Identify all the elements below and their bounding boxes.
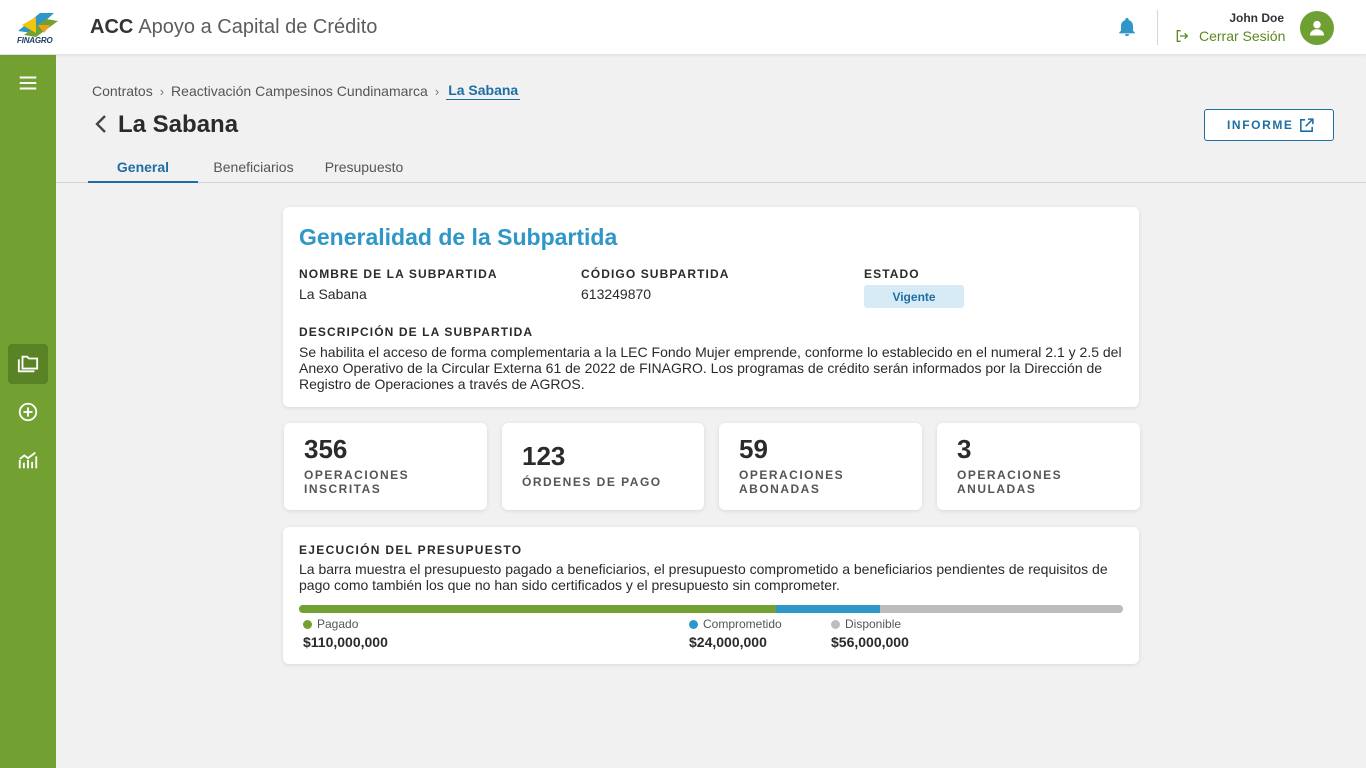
avatar[interactable] xyxy=(1300,11,1334,45)
sidebar-item-add[interactable] xyxy=(8,392,48,432)
stat-card-ordenes: 123 ÓRDENES DE PAGO xyxy=(502,423,704,510)
status-label: ESTADO xyxy=(864,267,920,281)
status-badge: Vigente xyxy=(864,285,964,308)
sidebar xyxy=(0,55,56,768)
code-label: CÓDIGO SUBPARTIDA xyxy=(581,267,730,281)
budget-description: La barra muestra el presupuesto pagado a… xyxy=(299,561,1108,593)
tab-bar: General Beneficiarios Presupuesto xyxy=(88,152,419,183)
stat-value: 3 xyxy=(957,434,972,464)
menu-button[interactable] xyxy=(8,63,48,103)
chevron-right-icon: › xyxy=(159,83,165,99)
informe-label: INFORME xyxy=(1227,118,1294,132)
logout-label: Cerrar Sesión xyxy=(1199,28,1286,44)
stat-value: 356 xyxy=(304,434,348,464)
general-card: Generalidad de la Subpartida NOMBRE DE L… xyxy=(283,207,1139,407)
menu-icon xyxy=(19,76,37,90)
legend-label: Comprometido xyxy=(703,617,782,631)
stat-label: ÓRDENES DE PAGO xyxy=(522,475,662,489)
chart-icon xyxy=(18,451,38,469)
budget-card: EJECUCIÓN DEL PRESUPUESTO La barra muest… xyxy=(283,527,1139,664)
chevron-right-icon: › xyxy=(434,83,440,99)
stat-label: OPERACIONES ANULADAS xyxy=(957,468,1063,496)
section-heading: Generalidad de la Subpartida xyxy=(299,224,618,250)
user-avatar-icon xyxy=(1309,20,1325,36)
sidebar-item-contratos[interactable] xyxy=(8,344,48,384)
description-text: Se habilita el acceso de forma complemen… xyxy=(299,344,1122,392)
folders-icon xyxy=(17,355,39,373)
user-name: John Doe xyxy=(1229,11,1284,25)
legend-label: Pagado xyxy=(317,617,359,631)
app-title: ACC Apoyo a Capital de Crédito xyxy=(90,16,377,39)
logo-text: FINAGRO xyxy=(17,36,53,45)
legend-pagado: Pagado $110,000,000 xyxy=(303,617,388,650)
stat-value: 59 xyxy=(739,434,768,464)
tab-general[interactable]: General xyxy=(88,152,198,183)
breadcrumb: Contratos › Reactivación Campesinos Cund… xyxy=(92,82,521,100)
stat-card-inscritas: 356 OPERACIONES INSCRITAS xyxy=(284,423,487,510)
name-value: La Sabana xyxy=(299,286,367,302)
sidebar-item-reports[interactable] xyxy=(8,440,48,480)
stat-value: 123 xyxy=(522,441,566,471)
legend-comprometido: Comprometido $24,000,000 xyxy=(689,617,782,650)
legend-disponible: Disponible $56,000,000 xyxy=(831,617,909,650)
logout-button[interactable]: Cerrar Sesión xyxy=(1174,27,1285,45)
external-link-icon xyxy=(1300,118,1314,132)
legend-amount: $56,000,000 xyxy=(831,634,909,650)
description-label: DESCRIPCIÓN DE LA SUBPARTIDA xyxy=(299,325,534,339)
stat-card-abonadas: 59 OPERACIONES ABONADAS xyxy=(719,423,922,510)
page-title: La Sabana xyxy=(118,111,239,138)
back-arrow-icon[interactable] xyxy=(92,113,112,135)
legend-amount: $110,000,000 xyxy=(303,634,388,650)
bar-segment-disponible xyxy=(880,605,1123,613)
app-abbr: ACC xyxy=(90,16,134,38)
budget-title: EJECUCIÓN DEL PRESUPUESTO xyxy=(299,543,523,557)
name-label: NOMBRE DE LA SUBPARTIDA xyxy=(299,267,498,281)
legend-dot xyxy=(689,619,698,629)
tab-beneficiarios[interactable]: Beneficiarios xyxy=(198,152,309,183)
add-circle-icon xyxy=(18,402,38,422)
tab-presupuesto[interactable]: Presupuesto xyxy=(309,152,419,183)
page-header: Contratos › Reactivación Campesinos Cund… xyxy=(56,55,1366,183)
legend-label: Disponible xyxy=(845,617,902,631)
code-value: 613249870 xyxy=(581,286,652,302)
breadcrumb-current[interactable]: La Sabana xyxy=(446,82,521,100)
budget-progress-bar xyxy=(299,605,1123,613)
bar-segment-pagado xyxy=(299,605,777,613)
header-divider xyxy=(1157,10,1158,45)
bell-icon[interactable] xyxy=(1116,16,1138,38)
legend-amount: $24,000,000 xyxy=(689,634,767,650)
stat-label: OPERACIONES INSCRITAS xyxy=(304,468,410,496)
stat-card-anuladas: 3 OPERACIONES ANULADAS xyxy=(937,423,1140,510)
app-name: Apoyo a Capital de Crédito xyxy=(138,16,378,38)
logout-icon xyxy=(1176,30,1189,42)
breadcrumb-item[interactable]: Reactivación Campesinos Cundinamarca xyxy=(171,83,428,99)
top-header: FINAGRO ACC Apoyo a Capital de Crédito Jo… xyxy=(0,0,1366,55)
stat-label: OPERACIONES ABONADAS xyxy=(739,468,845,496)
legend-dot xyxy=(303,619,312,629)
informe-button[interactable]: INFORME xyxy=(1204,109,1334,141)
bar-segment-comprometido xyxy=(776,605,881,613)
breadcrumb-item[interactable]: Contratos xyxy=(92,83,153,99)
legend-dot xyxy=(831,619,840,629)
